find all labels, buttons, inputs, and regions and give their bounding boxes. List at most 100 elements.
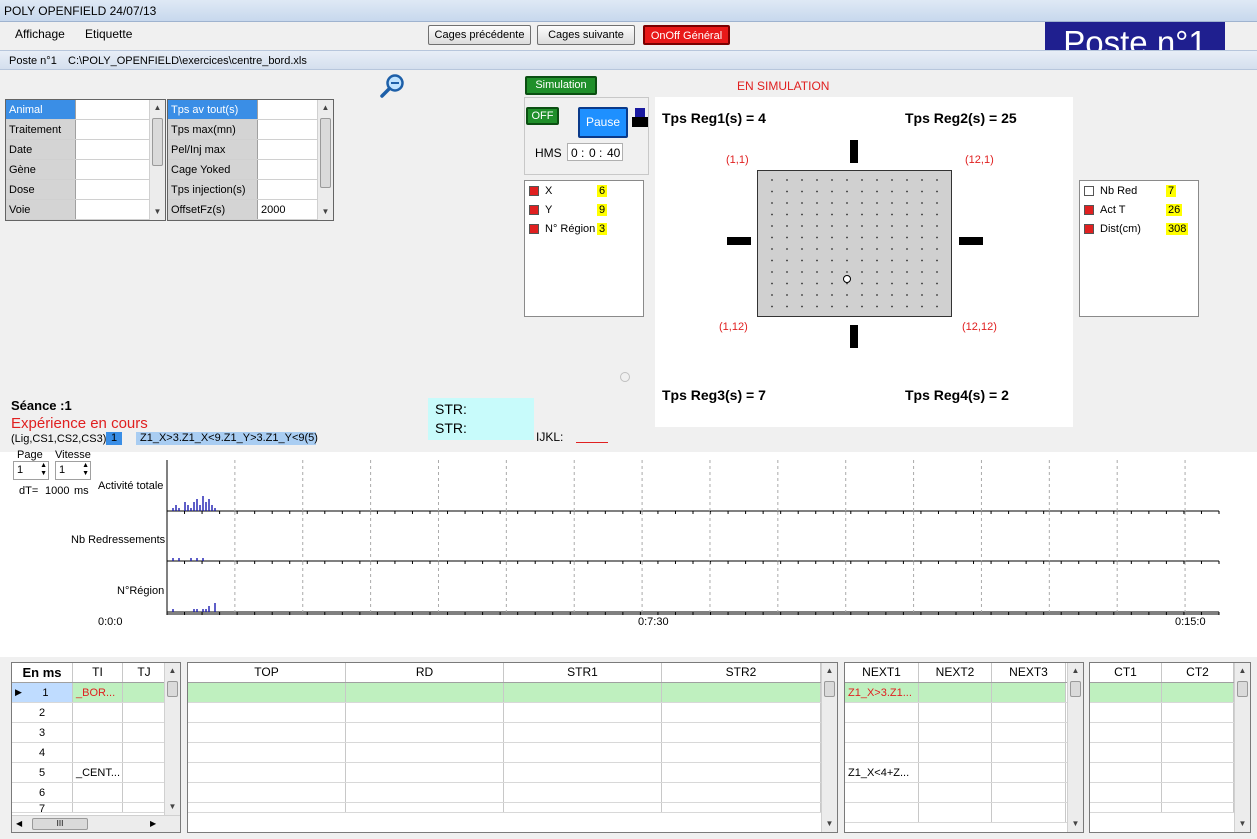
params-row[interactable]: OffsetFz(s) 2000 [168,200,333,220]
column-header[interactable]: NEXT1 [845,663,919,682]
cell[interactable] [188,743,346,762]
column-header[interactable]: STR2 [662,663,821,682]
scroll-up-icon[interactable]: ▲ [1068,663,1083,679]
table-row[interactable] [188,723,837,743]
scroll-left-icon[interactable]: ◀ [16,819,22,828]
radio-icon[interactable] [620,372,630,382]
table-row[interactable] [845,803,1083,823]
cell[interactable] [504,703,662,722]
scroll-thumb[interactable]: III [32,818,88,830]
hms-field[interactable]: 0 : 0 : 40 [567,143,623,161]
scroll-thumb[interactable] [152,118,163,166]
cell[interactable] [346,803,504,812]
scroll-down-icon[interactable]: ▼ [822,816,837,832]
cell[interactable] [662,783,821,802]
table-row[interactable]: 6 [12,783,180,803]
table-row[interactable] [188,803,837,813]
cell[interactable] [662,683,821,702]
cell[interactable] [919,743,992,762]
minimize-button[interactable] [1131,0,1173,18]
table-row[interactable]: 3 [12,723,180,743]
cell[interactable] [188,703,346,722]
cell[interactable] [662,763,821,782]
params-row[interactable]: Pel/Inj max [168,140,333,160]
cell[interactable] [845,783,919,802]
cell[interactable] [919,683,992,702]
scroll-thumb[interactable] [1237,681,1248,697]
table-c-scrollbar[interactable]: ▲ ▼ [1067,663,1083,832]
cell[interactable] [346,723,504,742]
cell[interactable] [504,803,662,812]
cell[interactable] [1090,763,1162,782]
cell[interactable] [662,743,821,762]
scroll-right-icon[interactable]: ▶ [150,819,156,828]
cell[interactable] [662,803,821,812]
table-row[interactable] [845,723,1083,743]
cell[interactable]: _CENT... [73,763,123,782]
table-row[interactable]: 4 [12,743,180,763]
pause-button[interactable]: Pause [578,107,628,138]
table-row[interactable] [1090,783,1250,803]
column-header[interactable]: STR1 [504,663,662,682]
cell[interactable] [188,683,346,702]
cell[interactable] [662,703,821,722]
table-row[interactable] [845,703,1083,723]
table-a-hscrollbar[interactable]: ◀ III ▶ [12,815,180,832]
animal-row[interactable]: Voie [6,200,165,220]
menu-affichage[interactable]: Affichage [15,27,65,41]
cell[interactable] [504,683,662,702]
cell[interactable] [662,723,821,742]
scroll-down-icon[interactable]: ▼ [1068,816,1083,832]
column-header[interactable]: TI [73,663,123,682]
column-header[interactable]: TJ [123,663,166,682]
cell[interactable] [73,803,123,812]
cell[interactable] [123,683,166,702]
animal-row[interactable]: Date [6,140,165,160]
cell[interactable] [123,783,166,802]
animal-row[interactable]: Animal [6,100,165,120]
cell[interactable] [845,703,919,722]
cell[interactable] [73,703,123,722]
cell[interactable] [845,723,919,742]
scroll-down-icon[interactable]: ▼ [1235,816,1250,832]
scroll-up-icon[interactable]: ▲ [165,663,180,679]
cell[interactable] [73,723,123,742]
cell[interactable] [346,703,504,722]
scroll-up-icon[interactable]: ▲ [150,100,165,116]
onoff-general-button[interactable]: OnOff Général [643,25,730,45]
scroll-up-icon[interactable]: ▲ [318,100,333,116]
cell[interactable] [845,803,919,822]
cell[interactable] [992,743,1066,762]
table-row[interactable]: Z1_X<4+Z... [845,763,1083,783]
cell[interactable] [123,803,166,812]
params-row[interactable]: Cage Yoked [168,160,333,180]
params-row[interactable]: Tps injection(s) [168,180,333,200]
close-button[interactable] [1215,0,1257,18]
cell[interactable] [992,703,1066,722]
column-header[interactable]: CT1 [1090,663,1162,682]
table-d-scrollbar[interactable]: ▲ ▼ [1234,663,1250,832]
scroll-up-icon[interactable]: ▲ [1235,663,1250,679]
params-row[interactable]: Tps max(mn) [168,120,333,140]
table-row[interactable]: Z1_X>3.Z1... [845,683,1083,703]
table-row[interactable] [188,763,837,783]
cell[interactable] [919,723,992,742]
cell[interactable] [1090,743,1162,762]
cell[interactable] [992,763,1066,782]
simulation-button[interactable]: Simulation [525,76,597,95]
cell[interactable]: Z1_X<4+Z... [845,763,919,782]
cell[interactable] [1162,703,1234,722]
cell[interactable] [992,683,1066,702]
cell[interactable] [1162,803,1234,812]
cell[interactable] [845,743,919,762]
column-header[interactable]: NEXT2 [919,663,992,682]
column-header[interactable]: NEXT3 [992,663,1066,682]
cell[interactable] [919,763,992,782]
off-button[interactable]: OFF [526,107,559,125]
table-row[interactable] [1090,803,1250,813]
cell[interactable] [1090,683,1162,702]
checkbox-icon[interactable] [1084,186,1094,197]
cell[interactable] [346,763,504,782]
column-header[interactable]: TOP [188,663,346,682]
scroll-thumb[interactable] [167,681,178,697]
